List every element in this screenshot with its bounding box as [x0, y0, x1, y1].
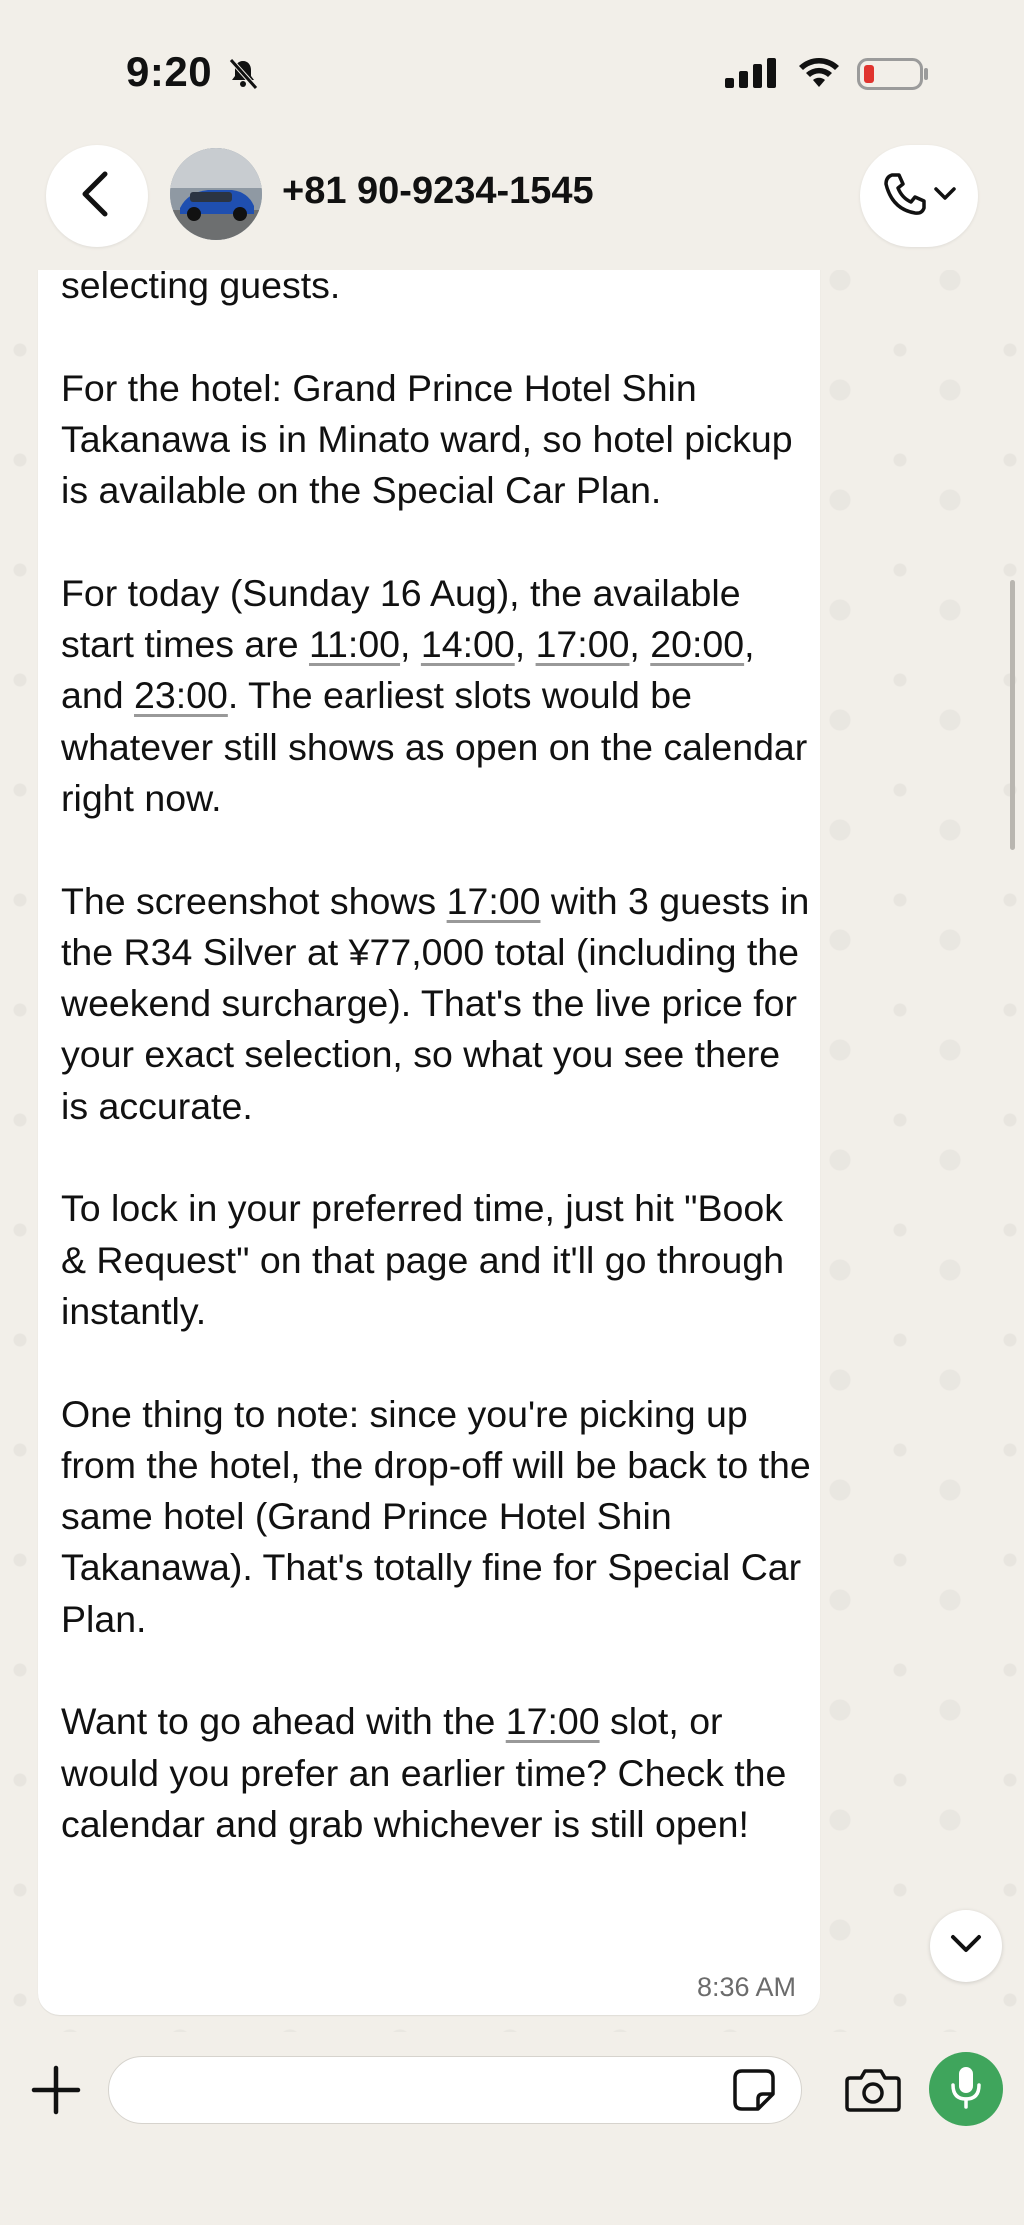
plus-icon[interactable] — [28, 2062, 84, 2118]
battery-icon — [857, 56, 931, 97]
message-text-segment: , — [514, 623, 536, 666]
signal-icon — [725, 58, 789, 95]
message-input[interactable] — [108, 2056, 802, 2124]
bell-slash-icon — [225, 56, 261, 92]
back-chevron-icon — [77, 170, 117, 223]
microphone-icon — [949, 2065, 983, 2114]
composer-bar — [0, 2032, 1024, 2225]
avatar[interactable] — [170, 148, 262, 240]
status-bar: 9:20 — [0, 0, 1024, 140]
time-slot-link[interactable]: 20:00 — [650, 623, 744, 665]
wifi-icon — [797, 54, 841, 95]
time-slot-link[interactable]: 11:00 — [309, 623, 400, 665]
call-button[interactable] — [860, 145, 978, 247]
chat-header: +81 90-9234-1545 — [0, 140, 1024, 270]
message-text-segment: selecting guests. For the hotel: Grand P… — [61, 264, 793, 666]
message-text-segment: , — [629, 623, 651, 666]
message-text-segment: with 3 guests in the R34 Silver at ¥77,0… — [61, 879, 811, 1743]
phone-icon — [882, 171, 928, 222]
chevron-down-icon — [950, 1934, 982, 1959]
camera-icon[interactable] — [844, 2066, 902, 2114]
time-slot-link[interactable]: 23:00 — [134, 674, 228, 716]
sticker-icon[interactable] — [732, 2068, 776, 2112]
time-slot-link[interactable]: 17:00 — [536, 623, 630, 665]
message-bubble[interactable]: selecting guests. For the hotel: Grand P… — [38, 200, 820, 2015]
message-timestamp: 8:36 AM — [696, 1972, 796, 2002]
time-slot-link[interactable]: 17:00 — [447, 880, 541, 922]
chevron-down-icon — [934, 186, 956, 206]
scroll-to-bottom-button[interactable] — [930, 1910, 1002, 1982]
time-slot-link[interactable]: 17:00 — [506, 1700, 600, 1742]
time-slot-link[interactable]: 14:00 — [421, 623, 515, 665]
back-button[interactable] — [46, 145, 148, 247]
contact-name[interactable]: +81 90-9234-1545 — [282, 170, 594, 213]
status-time: 9:20 — [126, 48, 213, 95]
message-text-segment: , — [400, 623, 421, 666]
microphone-button[interactable] — [929, 2052, 1003, 2126]
message-text: selecting guests. For the hotel: Grand P… — [61, 260, 811, 1850]
scrollbar[interactable] — [1010, 580, 1015, 850]
